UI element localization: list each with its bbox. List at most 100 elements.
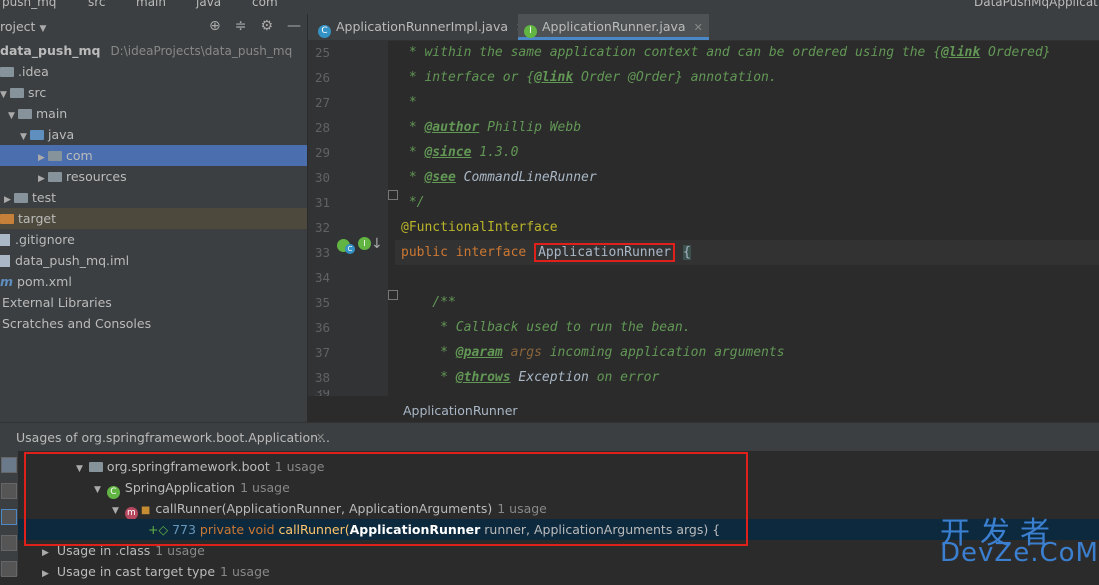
nav-crumb-java[interactable]: java xyxy=(196,0,221,9)
tree-label: External Libraries xyxy=(2,295,112,310)
tree-item-com[interactable]: ▶ com xyxy=(0,145,307,166)
highlighted-type-name[interactable]: ApplicationRunner xyxy=(534,243,676,262)
project-panel-header: roject ▼ ⊕ ≑ ⚙ — xyxy=(0,14,307,41)
tab-application-runner[interactable]: I ApplicationRunner.java ✕ xyxy=(518,14,709,40)
module-icon[interactable] xyxy=(1,509,17,525)
line-number: 26 xyxy=(314,70,330,85)
collapse-all-icon[interactable]: ≑ xyxy=(235,18,247,34)
tree-item-root[interactable]: data_push_mq D:\ideaProjects\data_push_m… xyxy=(0,40,307,61)
tree-label: resources xyxy=(66,169,127,184)
tree-label: .gitignore xyxy=(15,232,75,247)
file-icon xyxy=(0,255,10,267)
usage-node-cast-target[interactable]: ▶ Usage in cast target type 1 usage xyxy=(42,561,270,582)
group-icon[interactable] xyxy=(1,483,17,499)
line-number: 29 xyxy=(314,145,330,160)
usages-toolbar xyxy=(0,451,18,577)
tree-item-gitignore[interactable]: .gitignore xyxy=(0,229,307,250)
nav-crumb-com[interactable]: com xyxy=(252,0,278,9)
line-number: 28 xyxy=(314,120,330,135)
close-icon[interactable]: ✕ xyxy=(316,423,325,452)
tree-item-src[interactable]: ▼ src xyxy=(0,82,307,103)
resources-folder-icon xyxy=(48,172,62,182)
hide-panel-icon[interactable]: — xyxy=(287,18,301,34)
down-arrow-icon[interactable]: ↓ xyxy=(371,236,383,252)
project-tree: data_push_mq D:\ideaProjects\data_push_m… xyxy=(0,40,307,422)
usages-tab-bar: Usages of org.springframework.boot.Appli… xyxy=(0,422,1099,452)
tree-item-java[interactable]: ▼ java xyxy=(0,124,307,145)
line-number: 34 xyxy=(314,270,330,285)
tree-item-iml[interactable]: data_push_mq.iml xyxy=(0,250,307,271)
breadcrumb-item[interactable]: ApplicationRunner xyxy=(403,400,518,422)
nav-crumb-main[interactable]: main xyxy=(136,0,166,9)
tree-label: test xyxy=(32,190,57,205)
line-number: 25 xyxy=(314,45,330,60)
tree-label: com xyxy=(66,148,93,163)
package-icon xyxy=(48,151,62,161)
file-icon xyxy=(0,234,10,246)
nav-crumb-src[interactable]: src xyxy=(88,0,106,9)
tab-label: ApplicationRunner.java xyxy=(542,19,686,34)
interface-icon: I xyxy=(524,25,537,38)
locate-icon[interactable]: ⊕ xyxy=(209,18,221,34)
tree-item-idea[interactable]: .idea xyxy=(0,61,307,82)
line-number: 30 xyxy=(314,170,330,185)
tree-label: java xyxy=(48,127,75,142)
interface-gutter-icon[interactable]: I xyxy=(358,237,371,250)
tree-item-pom[interactable]: m pom.xml xyxy=(0,271,307,292)
collapse-arrow-icon[interactable]: ▶ xyxy=(42,569,49,579)
project-view-selector[interactable]: roject ▼ xyxy=(0,19,46,34)
watermark: 开发者 DevZe.CoM xyxy=(940,508,1098,568)
tree-label: data_push_mq.iml xyxy=(15,253,130,268)
source-folder-icon xyxy=(30,130,44,140)
tree-item-scratches[interactable]: Scratches and Consoles xyxy=(0,313,309,334)
nav-crumb-project[interactable]: push_mq xyxy=(2,0,56,9)
usage-label: Usage in cast target type xyxy=(56,564,216,579)
tree-label: .idea xyxy=(18,64,49,79)
tree-item-resources[interactable]: ▶ resources xyxy=(0,166,307,187)
editor-breadcrumb: ApplicationRunner xyxy=(308,400,1099,422)
tree-item-target[interactable]: target xyxy=(0,208,307,229)
close-icon[interactable]: ✕ xyxy=(694,21,703,34)
tab-label: ApplicationRunnerImpl.java xyxy=(336,19,508,34)
line-number: 35 xyxy=(314,295,330,310)
code-editor[interactable]: * within the same application context an… xyxy=(395,40,1099,396)
editor-tab-bar: C ApplicationRunnerImpl.java ✕ I Applicatio… xyxy=(308,14,1099,41)
tree-label: main xyxy=(36,106,68,121)
line-number: 39 xyxy=(308,390,330,396)
tree-label: src xyxy=(28,85,47,100)
excluded-folder-icon xyxy=(0,214,14,224)
line-number: 38 xyxy=(314,370,330,385)
line-number: 27 xyxy=(314,95,330,110)
line-number: 37 xyxy=(314,345,330,360)
line-number: 32 xyxy=(314,220,330,235)
tab-application-runner-impl[interactable]: CApplicationRunnerImpl.java✕ xyxy=(312,14,531,40)
tree-label: target xyxy=(18,211,57,226)
folder-icon xyxy=(14,193,28,203)
usages-tab-label[interactable]: Usages of org.springframework.boot.Appli… xyxy=(16,423,330,452)
line-number: 36 xyxy=(314,320,330,335)
run-config-selector[interactable]: DataPushMqApplicati xyxy=(974,0,1099,9)
tree-label: pom.xml xyxy=(17,274,72,289)
navigation-bar: push_mq src main java com DataPushMqAppl… xyxy=(0,0,1099,14)
package-group-icon[interactable] xyxy=(1,535,17,551)
watermark-line2: DevZe.CoM xyxy=(940,538,1099,568)
line-number: 33 xyxy=(314,245,330,260)
tree-item-main[interactable]: ▼ main xyxy=(0,103,307,124)
highlight-box xyxy=(24,452,748,546)
project-path: D:\ideaProjects\data_push_mq xyxy=(110,44,293,58)
collapse-arrow-icon[interactable]: ▶ xyxy=(42,548,49,558)
tree-label: Scratches and Consoles xyxy=(2,316,152,331)
folder-icon xyxy=(18,109,32,119)
tree-item-external-libraries[interactable]: External Libraries xyxy=(0,292,309,313)
line-number: 31 xyxy=(314,195,330,210)
gear-icon[interactable]: ⚙ xyxy=(260,18,273,34)
tree-item-test[interactable]: ▶ test xyxy=(0,187,307,208)
file-group-icon[interactable] xyxy=(1,561,17,577)
usage-count: 1 usage xyxy=(220,564,270,579)
folder-icon xyxy=(0,67,14,77)
filter-icon[interactable] xyxy=(1,457,17,473)
maven-icon: m xyxy=(0,274,14,289)
folder-icon xyxy=(10,88,24,98)
class-badge-icon: C xyxy=(345,244,355,254)
tree-label: data_push_mq xyxy=(0,43,101,58)
